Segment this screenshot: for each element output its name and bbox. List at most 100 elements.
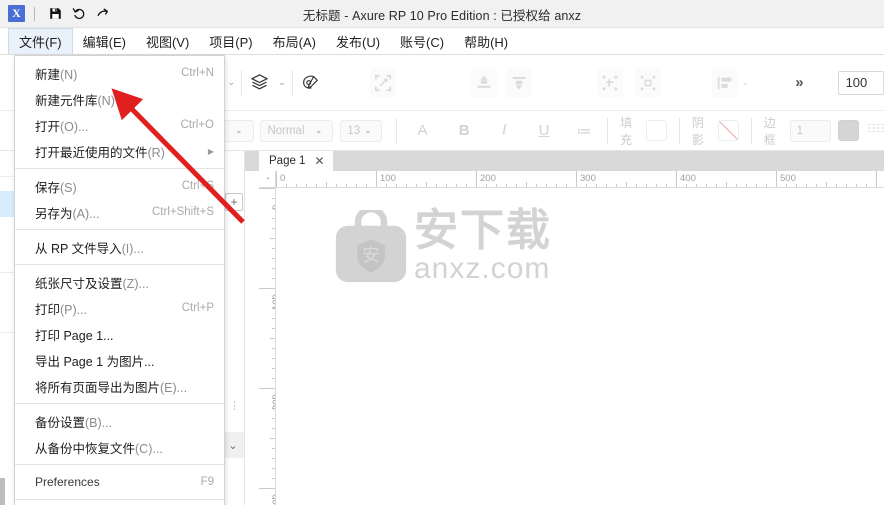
toolbar-overflow-icon[interactable]: »	[795, 74, 803, 91]
text-color-icon[interactable]: A	[411, 122, 434, 139]
menu-view[interactable]: 视图(V)	[136, 28, 199, 54]
page-tab-strip: Page 1 ✕	[245, 151, 884, 171]
menu-item[interactable]: 保存(S) Ctrl+S	[15, 173, 224, 199]
divider	[679, 117, 680, 144]
divider	[750, 117, 752, 144]
fill-label: 填充	[620, 115, 633, 147]
title-bar: X 无标题 - Axure RP 10 Pro Edition: 已授权给 a…	[0, 0, 884, 28]
menu-item[interactable]: 从 RP 文件导入(I)...	[15, 234, 224, 260]
menu-item[interactable]: 纸张尺寸及设置(Z)...	[15, 269, 224, 295]
watermark-text: 安下载 anxz.com	[414, 209, 552, 284]
menu-item-mnemonic: (O)...	[60, 119, 89, 134]
menu-item[interactable]: Preferences F9	[15, 469, 224, 495]
group-icon[interactable]	[596, 67, 623, 98]
transform-icon[interactable]	[369, 67, 397, 98]
font-size-select[interactable]: 13 ⌄	[340, 119, 383, 142]
menu-item[interactable]: 从备份中恢复文件(C)...	[15, 434, 224, 460]
menu-item-mnemonic: (E)...	[160, 380, 188, 395]
menu-item[interactable]: 另存为(A)... Ctrl+Shift+S	[15, 199, 224, 225]
send-back-icon[interactable]	[505, 67, 533, 98]
layers-icon[interactable]	[244, 68, 274, 98]
menu-separator	[15, 499, 224, 500]
menu-item-label: 从 RP 文件导入(I)...	[35, 241, 144, 256]
tab-strip-gap	[245, 171, 259, 505]
list-button[interactable]: ≔	[573, 122, 596, 140]
panel-collapse-button[interactable]: ⌄	[222, 432, 244, 458]
menu-item[interactable]: 打印(P)... Ctrl+P	[15, 295, 224, 321]
ruler-tick	[276, 171, 277, 187]
shape-dropdown-caret-icon[interactable]: ⌄	[224, 77, 240, 88]
file-dropdown-menu[interactable]: 新建(N) Ctrl+N 新建元件库(N) 打开(O)... Ctrl+O 打开最近使用的…	[14, 55, 225, 505]
border-label: 边框	[763, 115, 776, 147]
redo-icon[interactable]	[92, 3, 114, 25]
watermark-bag-icon: 安	[335, 210, 407, 283]
shadow-label: 阴影	[691, 115, 704, 147]
shadow-swatch[interactable]	[717, 120, 739, 141]
ungroup-icon[interactable]	[634, 67, 662, 98]
border-width-input[interactable]: 1	[789, 119, 832, 142]
menu-item-mnemonic: (P)...	[60, 302, 88, 317]
font-style-select[interactable]: Normal ⌄	[260, 119, 334, 142]
panel-drag-handle[interactable]: ⋮	[229, 401, 240, 412]
align-icon[interactable]	[711, 67, 738, 98]
menu-item-mnemonic: (B)...	[85, 415, 113, 430]
menu-item[interactable]: 新建元件库(N)	[15, 86, 224, 112]
border-color-swatch[interactable]	[838, 120, 860, 141]
chevron-down-icon: ⌄	[314, 125, 323, 135]
menu-help[interactable]: 帮助(H)	[454, 28, 518, 54]
ruler-tick	[776, 171, 777, 187]
vertical-ruler[interactable]: 0100200300	[259, 188, 276, 505]
menu-item-shortcut: Ctrl+Shift+S	[152, 206, 214, 218]
close-icon[interactable]: ✕	[314, 155, 324, 167]
layers-dropdown-caret-icon[interactable]: ⌄	[274, 77, 290, 88]
menu-item[interactable]: 打开最近使用的文件(R) ▶	[15, 138, 224, 164]
menu-item-label: 新建(N)	[35, 67, 78, 82]
menu-item-shortcut: Ctrl+N	[181, 67, 214, 79]
undo-icon[interactable]	[68, 3, 90, 25]
menu-account[interactable]: 账号(C)	[390, 28, 454, 54]
divider	[396, 117, 398, 144]
menu-item[interactable]: 将所有页面导出为图片(E)...	[15, 373, 224, 399]
menu-project[interactable]: 项目(P)	[199, 28, 262, 54]
ruler-label: 0	[280, 173, 286, 184]
page-tab[interactable]: Page 1 ✕	[259, 151, 333, 171]
align-dropdown-caret-icon[interactable]: ⌄	[738, 77, 754, 88]
bold-button[interactable]: B	[453, 122, 476, 139]
design-canvas[interactable]: 安 安下载 anxz.com	[276, 188, 884, 505]
pen-icon[interactable]	[295, 68, 325, 98]
app-logo-icon[interactable]: X	[8, 5, 25, 22]
panel-scrollbar[interactable]	[0, 478, 5, 505]
menu-item[interactable]: 新建(N) Ctrl+N	[15, 60, 224, 86]
menu-edit[interactable]: 编辑(E)	[73, 28, 136, 54]
add-page-button[interactable]: +	[225, 193, 243, 211]
divider	[607, 117, 609, 144]
menu-item-label: 打印 Page 1...	[35, 328, 114, 343]
menu-item-shortcut: Ctrl+P	[181, 302, 214, 314]
menu-publish[interactable]: 发布(U)	[326, 28, 390, 54]
menu-item[interactable]: 导出 Page 1 为图片...	[15, 347, 224, 373]
menu-item-label: 将所有页面导出为图片(E)...	[35, 380, 188, 395]
horizontal-ruler[interactable]: 0 100 200 300 400 500	[276, 171, 884, 188]
menu-item-shortcut: Ctrl+O	[180, 119, 214, 131]
menu-item-mnemonic: (N)	[97, 93, 115, 108]
divider	[241, 69, 243, 96]
italic-button[interactable]: I	[493, 122, 516, 139]
menu-item[interactable]: 打印 Page 1...	[15, 321, 224, 347]
save-icon[interactable]	[44, 3, 66, 25]
ruler-origin-button[interactable]: ◔	[259, 171, 276, 188]
menu-item[interactable]: 备份设置(B)...	[15, 408, 224, 434]
menu-item[interactable]: 打开(O)... Ctrl+O	[15, 112, 224, 138]
bring-front-icon[interactable]	[471, 67, 498, 98]
border-style-icon[interactable]	[868, 121, 884, 140]
underline-button[interactable]: U	[533, 122, 556, 139]
menu-separator	[15, 168, 224, 169]
menu-item-mnemonic: (S)	[60, 180, 77, 195]
menu-item-label: 备份设置(B)...	[35, 415, 113, 430]
menu-layout[interactable]: 布局(A)	[263, 28, 326, 54]
menu-item-label: 纸张尺寸及设置(Z)...	[35, 276, 149, 291]
zoom-input[interactable]: 100	[837, 70, 884, 95]
fill-color-swatch[interactable]	[645, 120, 668, 141]
menu-file[interactable]: 文件(F)	[8, 28, 73, 54]
ruler-label: 100	[380, 173, 396, 184]
ruler-tick	[259, 388, 275, 389]
